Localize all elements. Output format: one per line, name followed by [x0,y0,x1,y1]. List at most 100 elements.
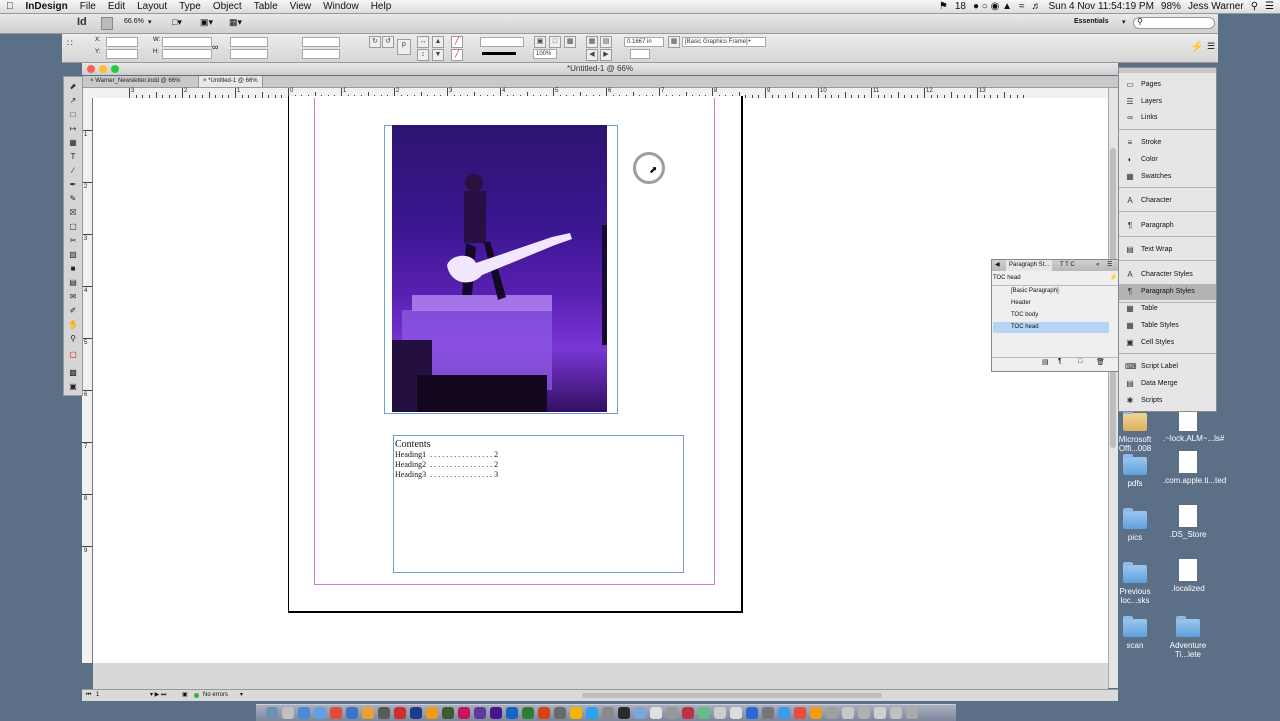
note-tool-icon[interactable]: ✉ [67,291,79,303]
gradient-feather-icon[interactable]: ▤ [67,277,79,289]
dock-app-icon[interactable] [666,707,678,719]
scale-percent-field[interactable]: 100% [533,49,557,59]
panel-scripts[interactable]: ✱ Scripts [1119,393,1216,409]
panel-color[interactable]: ◐ Color [1119,152,1216,168]
tab-close-icon[interactable]: × [90,78,94,84]
flip-v-button[interactable]: ↕ [417,49,429,61]
user-name[interactable]: Jess Warner [1188,1,1244,12]
skype-icon[interactable] [586,707,598,719]
object-style-dropdown[interactable]: [Basic Graphics Frame]+ [682,37,766,47]
panel-menu-icon[interactable]: ☰ [1107,260,1112,271]
line-tool-icon[interactable]: ∕ [67,165,79,177]
eyedropper-tool-icon[interactable]: ✐ [67,305,79,317]
zoom-dropdown-icon[interactable]: ▾ [148,18,152,26]
apple-icon[interactable]:  [0,1,20,12]
word-icon[interactable] [506,707,518,719]
constrain-proportions-icon[interactable]: ∞ [212,42,218,52]
desktop-folder[interactable]: scan [1110,616,1160,650]
desktop-folder[interactable]: pics [1110,508,1160,542]
clear-overrides-icon[interactable]: ¶ [1058,358,1062,365]
hand-tool-icon[interactable]: ✋ [67,319,79,331]
dock-app-icon[interactable] [730,707,742,719]
other-style-tabs[interactable]: T T C [1060,260,1075,271]
paragraph-styles-header[interactable]: ◀ Paragraph St... T T C « ☰ [992,260,1118,271]
new-group-icon[interactable]: ▤ [1042,358,1049,366]
premiere-icon[interactable] [474,707,486,719]
reference-point-icon[interactable]: ∷ [67,38,73,49]
menu-object[interactable]: Object [207,1,248,12]
panel-stroke[interactable]: ≡ Stroke [1119,135,1216,151]
panel-table[interactable]: ▦ Table [1119,301,1216,317]
lightning-icon[interactable]: ⚡ [1190,40,1204,53]
desktop-folder[interactable]: Microsoft Offi...008 [1110,410,1160,453]
zoom-level[interactable]: 66.6% [124,18,144,25]
bridge-icon[interactable] [101,17,113,30]
search-field[interactable]: ⚲ [1133,17,1215,29]
paragraph-path-button[interactable]: p [397,39,411,55]
dock-app-icon[interactable] [778,707,790,719]
x-field[interactable] [106,37,138,47]
zoom-tool-icon[interactable]: ⚲ [67,333,79,345]
style-toc-body[interactable]: TOC body [993,310,1109,321]
quick-apply-icon[interactable]: ⚡ [1109,273,1118,281]
select-next-button[interactable]: ▶ [600,49,612,61]
dock-app-icon[interactable] [794,707,806,719]
panel-text-wrap[interactable]: ▤ Text Wrap [1119,242,1216,258]
view-options-icon[interactable]: □▾ [172,17,182,28]
dock-app-icon[interactable] [858,707,870,719]
panel-cell-styles[interactable]: ▣ Cell Styles [1119,335,1216,351]
rotate-cw-button[interactable]: ↻ [369,36,381,48]
gap-tool-icon[interactable]: ↦ [67,123,79,135]
dock-app-icon[interactable] [634,707,646,719]
dreamweaver-icon[interactable] [442,707,454,719]
pencil-tool-icon[interactable]: ✎ [67,193,79,205]
safari-icon[interactable] [298,707,310,719]
illustrator-icon[interactable] [426,707,438,719]
finder-icon[interactable] [266,707,278,719]
dock-app-icon[interactable] [682,707,694,719]
photos-icon[interactable] [362,707,374,719]
desktop-file[interactable]: .~lock.ALM~...ls# [1163,409,1224,443]
page-tool-icon[interactable]: □ [67,109,79,121]
panel-swatches[interactable]: ▦ Swatches [1119,169,1216,185]
menu-help[interactable]: Help [365,1,398,12]
app-store-icon[interactable] [346,707,358,719]
selection-tool-icon[interactable]: ⬈ [67,81,79,93]
delete-style-icon[interactable]: 🗑 [1096,358,1105,366]
menu-app[interactable]: InDesign [20,1,74,12]
style-header[interactable]: Header [993,298,1109,309]
menu-type[interactable]: Type [173,1,207,12]
rotate-ccw-button[interactable]: ↺ [382,36,394,48]
rectangle-frame-icon[interactable]: ☒ [67,207,79,219]
dock-app-icon[interactable] [602,707,614,719]
style-toc-head[interactable]: TOC head [993,322,1109,333]
status-icons[interactable]: ● ○ ◉ ▲ [973,1,1012,12]
menu-edit[interactable]: Edit [102,1,131,12]
dock-app-icon[interactable] [618,707,630,719]
menu-table[interactable]: Table [248,1,284,12]
tab-close-icon[interactable]: × [203,78,207,84]
rectangle-tool-icon[interactable]: ▢ [67,221,79,233]
dock-folder-icon[interactable] [890,707,902,719]
tab-warner-newsletter[interactable]: × Warner_Newsletter.indd @ 66% [86,76,184,87]
page-number[interactable]: 1 [96,690,99,701]
wrap-around-button[interactable]: ▤ [600,36,612,48]
rotation-field[interactable] [302,37,340,47]
select-content-button[interactable]: ▼ [432,49,444,61]
desktop-folder[interactable]: Adventure Ti...lete [1163,616,1213,659]
spotlight-icon[interactable]: ⚲ [1251,1,1258,12]
panel-paragraph-styles[interactable]: ¶ Paragraph Styles [1119,284,1216,300]
panel-character[interactable]: A Character [1119,193,1216,209]
stroke-swatch[interactable]: ╱ [451,49,463,61]
fill-proportionally-button[interactable]: ▩ [564,36,576,48]
volume-icon[interactable]: ♬ [1031,1,1041,12]
acrobat-icon[interactable] [394,707,406,719]
workspace-switcher[interactable]: Essentials [1074,18,1109,25]
chrome-icon[interactable] [330,707,342,719]
free-transform-icon[interactable]: ▨ [67,249,79,261]
launchpad-icon[interactable] [282,707,294,719]
panel-data-merge[interactable]: ▤ Data Merge [1119,376,1216,392]
scissors-tool-icon[interactable]: ✂ [67,235,79,247]
scale-y-field[interactable] [230,49,268,59]
fit-content-button[interactable]: ▣ [534,36,546,48]
